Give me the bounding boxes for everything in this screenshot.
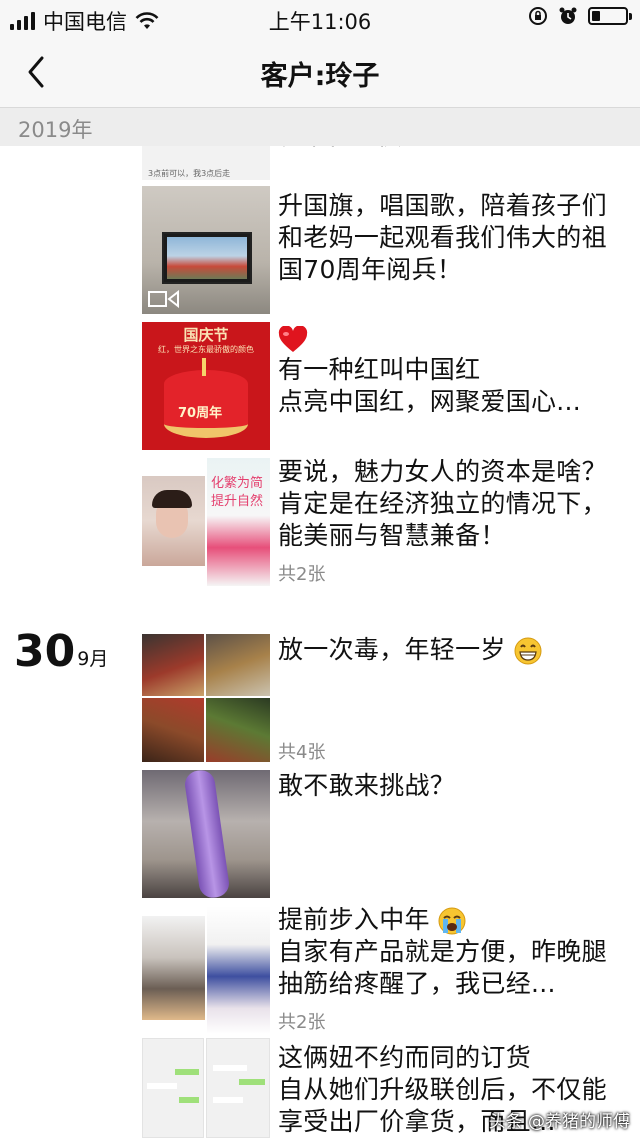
list-item[interactable]: 化繁为简 提升自然 要说，魅力女人的资本是啥？肯定是在经济独立的情况下，能美丽与… <box>142 457 622 588</box>
status-bar: 中国电信 上午11:06 <box>0 0 640 36</box>
watermark: 头条 @养猪的师傅 <box>488 1112 630 1132</box>
image-count: 共4张 <box>278 742 326 763</box>
post-image[interactable] <box>142 770 270 898</box>
post-image[interactable] <box>142 634 204 696</box>
date-day: 30 <box>14 626 76 677</box>
battery-icon <box>588 7 632 25</box>
post-text-line2: 自家有产品就是方便，昨晚腿抽筋给疼醒了，我已经... <box>278 937 607 998</box>
moments-list[interactable]: 3点前可以，我3点后走 祖 国 的 快 生 升国旗，唱国歌，陪着孩子们和老妈一起… <box>0 146 640 1138</box>
post-text: 有一种红叫中国红 点亮中国红，网聚爱国心... <box>278 322 622 418</box>
post-text: 要说，魅力女人的资本是啥？肯定是在经济独立的情况下，能美丽与智慧兼备！ <box>278 457 607 550</box>
post-text-content: 放一次毒，年轻一岁 <box>278 635 506 664</box>
heart-emoji <box>278 326 308 352</box>
post-image[interactable] <box>142 1038 204 1138</box>
post-image[interactable] <box>142 916 205 1020</box>
post-image[interactable]: 国庆节 红，世界之东最骄傲的颜色 70周年 <box>142 322 270 450</box>
list-item[interactable]: 放一次毒，年轻一岁 共4张 <box>142 634 622 764</box>
post-image[interactable] <box>207 906 270 1034</box>
date-label: 30 9月 <box>14 630 108 674</box>
cake-label: 70周年 <box>178 406 223 421</box>
post-text: 升国旗，唱国歌，陪着孩子们和老妈一起观看我们伟大的祖国70周年阅兵！ <box>278 191 607 284</box>
post-image[interactable]: 3点前可以，我3点后走 <box>142 146 270 180</box>
post-text: 提前步入中年 自家有产品就是方便，昨晚腿抽筋给疼醒了，我已经... <box>278 904 622 1000</box>
rotation-lock-icon <box>529 7 547 25</box>
post-image[interactable] <box>142 476 205 566</box>
list-item[interactable]: 升国旗，唱国歌，陪着孩子们和老妈一起观看我们伟大的祖国70周年阅兵！ <box>142 186 622 314</box>
tears-emoji <box>438 907 466 935</box>
list-item[interactable]: 提前步入中年 自家有产品就是方便，昨晚腿抽筋给疼醒了，我已经... 共2张 <box>142 904 622 1034</box>
nav-bar: 客户:玲子 <box>0 36 640 108</box>
image-text: 提升自然 <box>211 494 264 509</box>
post-image[interactable] <box>142 186 270 314</box>
post-image[interactable]: 化繁为简 提升自然 <box>207 458 270 586</box>
year-header: 2019年 <box>0 108 640 146</box>
video-icon <box>148 289 180 312</box>
post-text-line1: 提前步入中年 <box>278 905 430 934</box>
list-item[interactable]: 敢不敢来挑战？ <box>142 770 622 898</box>
partial-text: 祖 国 的 快 生 <box>278 146 478 152</box>
image-subtitle: 红，世界之东最骄傲的颜色 <box>158 345 254 354</box>
post-text-line2: 点亮中国红，网聚爱国心... <box>278 387 582 416</box>
page-title: 客户:玲子 <box>260 61 380 92</box>
image-caption: 3点前可以，我3点后走 <box>148 169 231 178</box>
year-label: 2019年 <box>18 118 93 142</box>
post-text-line1: 有一种红叫中国红 <box>278 355 481 384</box>
alarm-icon <box>559 7 577 24</box>
post-text: 敢不敢来挑战？ <box>278 771 456 800</box>
image-text: 化繁为简 <box>211 476 264 491</box>
image-count: 共2张 <box>278 1012 326 1033</box>
post-text-line1: 这俩妞不约而同的订货 <box>278 1043 532 1072</box>
list-item[interactable]: 国庆节 红，世界之东最骄傲的颜色 70周年 有一种红叫中国红 点亮中国红，网聚爱… <box>142 322 622 450</box>
list-item[interactable]: 3点前可以，我3点后走 祖 国 的 快 生 <box>142 146 622 180</box>
post-image[interactable] <box>206 698 270 762</box>
post-image[interactable] <box>206 634 270 696</box>
post-image[interactable] <box>142 698 204 762</box>
post-image[interactable] <box>206 1038 270 1138</box>
post-text: 放一次毒，年轻一岁 <box>278 634 622 666</box>
date-month: 9月 <box>77 648 109 670</box>
grin-emoji <box>514 637 542 665</box>
image-count: 共2张 <box>278 564 326 585</box>
image-title: 国庆节 <box>183 326 229 344</box>
